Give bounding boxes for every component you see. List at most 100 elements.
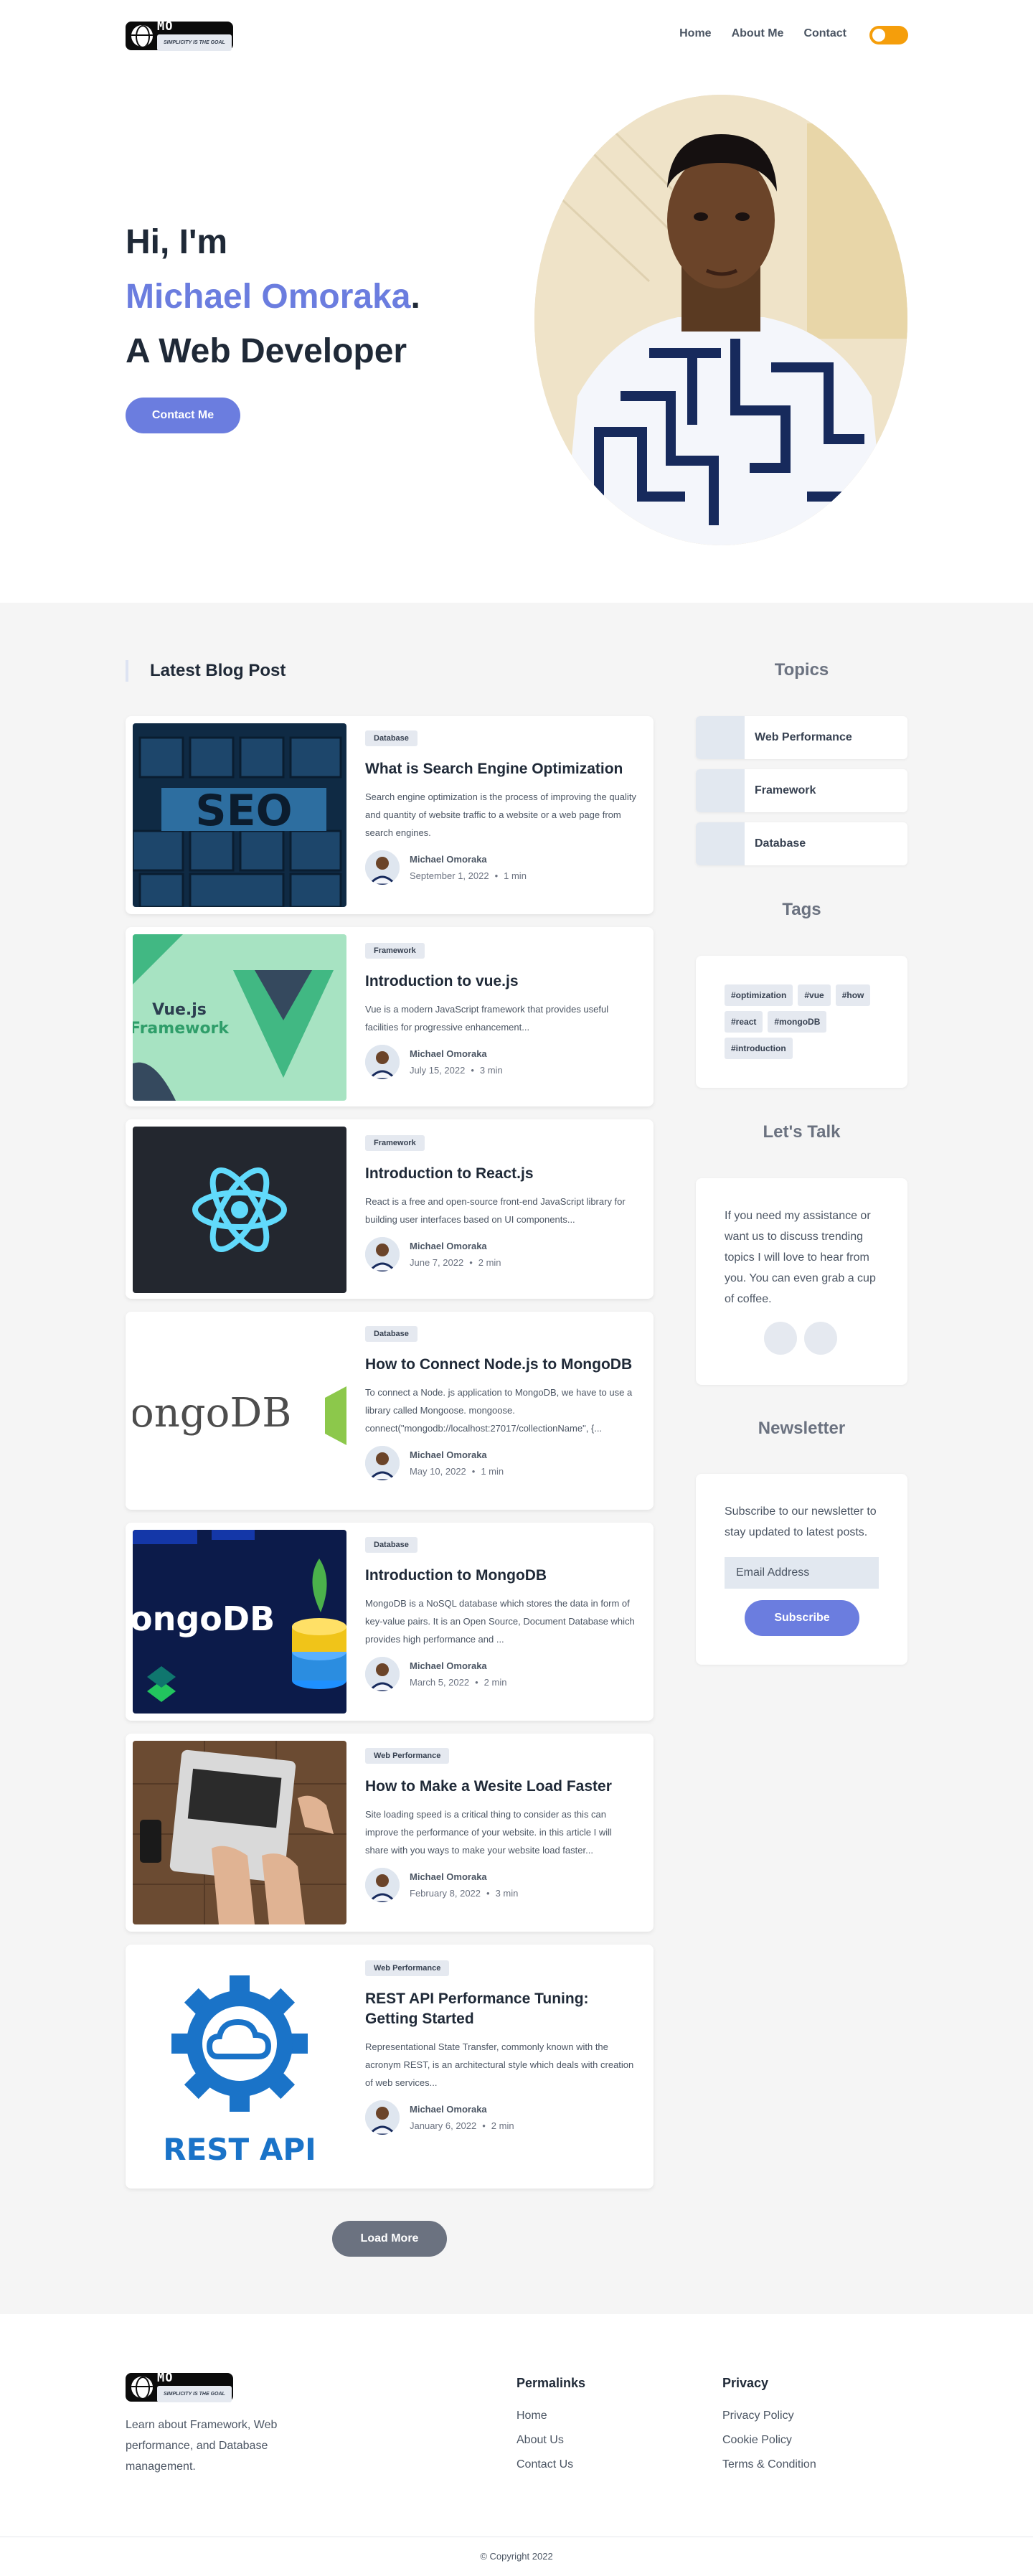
rest-api-thumb-text: REST API	[163, 2132, 316, 2167]
permalinks-heading: Permalinks	[516, 2376, 586, 2390]
topic-thumb	[696, 769, 745, 812]
post-title[interactable]: REST API Performance Tuning: Getting Sta…	[365, 1989, 638, 2029]
post-category-badge[interactable]: Web Performance	[365, 1748, 450, 1764]
post-title[interactable]: Introduction to MongoDB	[365, 1566, 638, 1586]
post-date: September 1, 2022	[410, 870, 489, 881]
meta-separator: •	[494, 870, 499, 881]
post-title[interactable]: Introduction to vue.js	[365, 972, 638, 992]
blog-card[interactable]: REST API Web Performance REST API Perfor…	[126, 1945, 654, 2189]
post-excerpt: Vue is a modern JavaScript framework tha…	[365, 1004, 609, 1033]
post-title[interactable]: How to Connect Node.js to MongoDB	[365, 1355, 638, 1375]
post-read-time: 3 min	[495, 1888, 519, 1899]
contact-me-button[interactable]: Contact Me	[126, 398, 240, 433]
lets-talk-heading: Let's Talk	[763, 1122, 841, 1142]
post-date: January 6, 2022	[410, 2120, 477, 2131]
post-excerpt: Site loading speed is a critical thing t…	[365, 1809, 612, 1856]
hero-portrait-image	[534, 95, 907, 545]
blog-card[interactable]: Framework Introduction to React.js React…	[126, 1119, 654, 1299]
author-name: Michael Omoraka	[410, 1241, 487, 1251]
tags-box: #optimization #vue #how #react #mongoDB …	[696, 956, 907, 1088]
logo-text: MO	[157, 2371, 174, 2385]
post-author-row: Michael Omoraka February 8, 2022 • 3 min	[365, 1868, 638, 1902]
footer-link-privacy-policy[interactable]: Privacy Policy	[722, 2404, 816, 2428]
post-title[interactable]: How to Make a Wesite Load Faster	[365, 1777, 638, 1797]
vue-thumb-subtitle: Framework	[133, 1020, 230, 1038]
seo-keyboard-image: SEO	[133, 723, 346, 907]
post-excerpt: To connect a Node. js application to Mon…	[365, 1387, 633, 1434]
social-link-icon[interactable]	[764, 1322, 797, 1355]
email-field[interactable]	[725, 1557, 879, 1589]
blog-card[interactable]: ongoDB Database Introduction to MongoDB …	[126, 1523, 654, 1721]
tag-react[interactable]: #react	[725, 1011, 763, 1033]
footer-link-terms[interactable]: Terms & Condition	[722, 2453, 816, 2477]
post-author-row: Michael Omoraka September 1, 2022 • 1 min	[365, 850, 638, 885]
post-category-badge[interactable]: Framework	[365, 943, 425, 959]
social-link-icon[interactable]	[804, 1322, 837, 1355]
post-read-time: 3 min	[479, 1065, 503, 1076]
post-category-badge[interactable]: Database	[365, 1537, 418, 1553]
site-logo[interactable]: MO SIMPLICITY IS THE GOAL	[126, 21, 233, 51]
author-avatar	[365, 1657, 400, 1691]
load-more-button[interactable]: Load More	[332, 2221, 447, 2257]
tag-mongodb[interactable]: #mongoDB	[768, 1011, 827, 1033]
mongodb-nodejs-image: ongoDB	[133, 1319, 346, 1503]
tag-vue[interactable]: #vue	[798, 984, 831, 1006]
subscribe-button[interactable]: Subscribe	[745, 1600, 859, 1636]
copyright-text: © Copyright 2022	[480, 2551, 553, 2562]
topic-thumb	[696, 716, 745, 759]
topic-label: Database	[755, 837, 806, 850]
post-read-time: 1 min	[504, 870, 527, 881]
blog-card[interactable]: ongoDB Database How to Connect Node.js t…	[126, 1312, 654, 1510]
post-date: February 8, 2022	[410, 1888, 481, 1899]
toggle-knob	[872, 29, 885, 42]
post-author-row: Michael Omoraka July 15, 2022 • 3 min	[365, 1045, 638, 1079]
topics-heading: Topics	[774, 660, 829, 680]
meta-separator: •	[475, 1677, 478, 1688]
author-avatar	[365, 1868, 400, 1902]
topic-database[interactable]: Database	[696, 822, 907, 865]
post-author-row: Michael Omoraka June 7, 2022 • 2 min	[365, 1237, 638, 1271]
author-name: Michael Omoraka	[410, 1660, 487, 1671]
topic-framework[interactable]: Framework	[696, 769, 907, 812]
theme-toggle[interactable]	[869, 26, 908, 44]
meta-separator: •	[471, 1466, 476, 1477]
post-excerpt: MongoDB is a NoSQL database which stores…	[365, 1598, 635, 1645]
nav-contact-link[interactable]: Contact	[803, 27, 846, 40]
author-name: Michael Omoraka	[410, 1871, 487, 1882]
nav-home-link[interactable]: Home	[679, 27, 711, 40]
post-excerpt: Search engine optimization is the proces…	[365, 791, 636, 838]
footer-link-cookie-policy[interactable]: Cookie Policy	[722, 2428, 816, 2453]
post-title[interactable]: Introduction to React.js	[365, 1164, 638, 1184]
blog-card[interactable]: Vue.js Framework Framework Introduction …	[126, 927, 654, 1106]
topic-web-performance[interactable]: Web Performance	[696, 716, 907, 759]
topic-label: Web Performance	[755, 731, 852, 743]
post-title[interactable]: What is Search Engine Optimization	[365, 759, 638, 779]
post-date: June 7, 2022	[410, 1257, 464, 1268]
post-date: July 15, 2022	[410, 1065, 466, 1076]
tag-how[interactable]: #how	[835, 984, 871, 1006]
author-avatar	[365, 850, 400, 885]
post-category-badge[interactable]: Database	[365, 1326, 418, 1342]
meta-separator: •	[486, 1888, 490, 1899]
mongodb-dark-image: ongoDB	[133, 1530, 346, 1714]
mongodb-thumb-text: ongoDB	[133, 1390, 291, 1437]
footer-link-contact[interactable]: Contact Us	[516, 2453, 585, 2477]
post-excerpt: Representational State Transfer, commonl…	[365, 2041, 634, 2088]
post-category-badge[interactable]: Web Performance	[365, 1960, 450, 1976]
post-category-badge[interactable]: Database	[365, 730, 418, 746]
post-category-badge[interactable]: Framework	[365, 1135, 425, 1151]
footer-link-home[interactable]: Home	[516, 2404, 585, 2428]
blog-card[interactable]: SEO Database What is Search Engine Optim…	[126, 716, 654, 914]
tag-optimization[interactable]: #optimization	[725, 984, 793, 1006]
footer-link-about[interactable]: About Us	[516, 2428, 585, 2453]
author-name: Michael Omoraka	[410, 1048, 487, 1059]
logo-tagline: SIMPLICITY IS THE GOAL	[157, 34, 232, 51]
hero-name-line: Michael Omoraka.	[126, 270, 420, 324]
blog-card[interactable]: Web Performance How to Make a Wesite Loa…	[126, 1734, 654, 1932]
nav-about-link[interactable]: About Me	[732, 27, 784, 40]
tag-introduction[interactable]: #introduction	[725, 1038, 793, 1059]
footer-logo[interactable]: MO SIMPLICITY IS THE GOAL	[126, 2371, 233, 2402]
globe-icon	[131, 25, 153, 47]
globe-icon	[131, 2377, 153, 2398]
author-avatar	[365, 1237, 400, 1271]
